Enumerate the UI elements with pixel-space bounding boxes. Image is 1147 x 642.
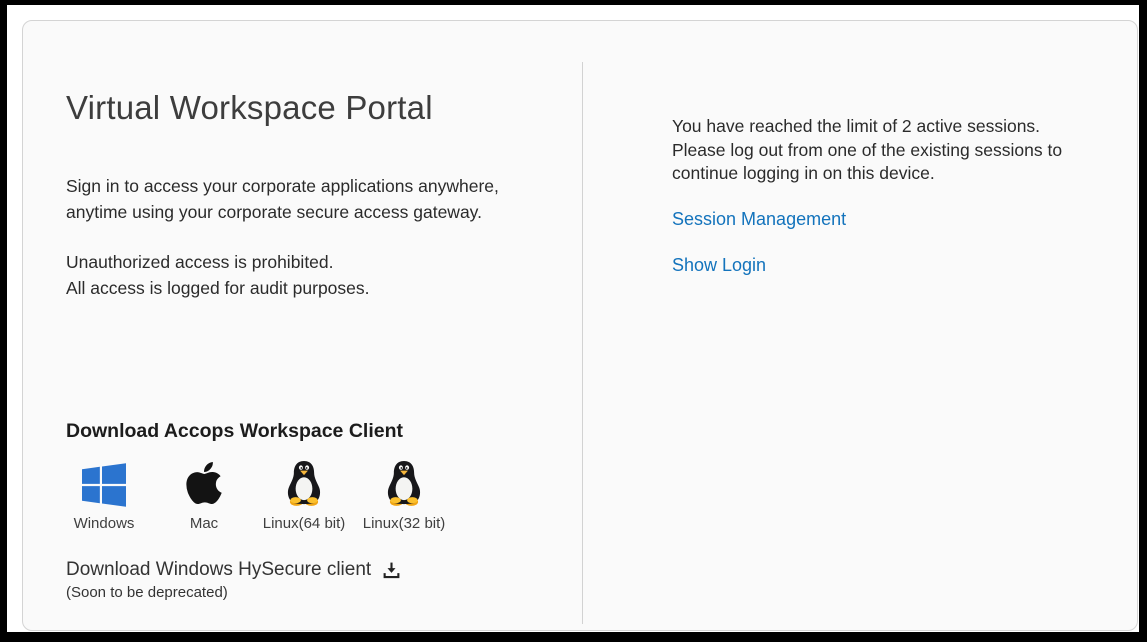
client-label: Linux(64 bit) bbox=[263, 515, 346, 532]
intro-text: Sign in to access your corporate applica… bbox=[66, 173, 499, 225]
download-client-linux64[interactable]: Linux(64 bit) bbox=[266, 459, 342, 532]
session-message-line-3: continue logging in on this device. bbox=[672, 162, 1092, 186]
intro-line-1: Sign in to access your corporate applica… bbox=[66, 173, 499, 199]
download-clients-heading: Download Accops Workspace Client bbox=[66, 420, 403, 443]
notice-line-1: Unauthorized access is prohibited. bbox=[66, 249, 370, 275]
windows-logo-icon bbox=[81, 459, 127, 507]
download-client-windows[interactable]: Windows bbox=[66, 459, 142, 532]
notice-line-2: All access is logged for audit purposes. bbox=[66, 275, 370, 301]
portal-card: Virtual Workspace Portal Sign in to acce… bbox=[22, 20, 1138, 631]
client-label: Linux(32 bit) bbox=[363, 515, 446, 532]
session-management-link[interactable]: Session Management bbox=[672, 209, 846, 230]
hysecure-link-label: Download Windows HySecure client bbox=[66, 559, 371, 581]
tux-penguin-icon bbox=[381, 459, 427, 507]
download-icon bbox=[382, 561, 401, 580]
tux-penguin-icon bbox=[281, 459, 327, 507]
vertical-divider bbox=[582, 62, 583, 624]
screen: Virtual Workspace Portal Sign in to acce… bbox=[0, 0, 1147, 642]
session-message-line-2: Please log out from one of the existing … bbox=[672, 139, 1092, 163]
audit-notice-text: Unauthorized access is prohibited. All a… bbox=[66, 249, 370, 301]
session-message-line-1: You have reached the limit of 2 active s… bbox=[672, 115, 1092, 139]
intro-line-2: anytime using your corporate secure acce… bbox=[66, 199, 499, 225]
deprecation-note: (Soon to be deprecated) bbox=[66, 584, 228, 601]
client-label: Windows bbox=[74, 515, 135, 532]
window-frame: Virtual Workspace Portal Sign in to acce… bbox=[7, 5, 1139, 632]
download-clients-row: Windows Mac bbox=[66, 459, 466, 532]
show-login-link[interactable]: Show Login bbox=[672, 255, 766, 276]
download-client-linux32[interactable]: Linux(32 bit) bbox=[366, 459, 442, 532]
page-title: Virtual Workspace Portal bbox=[66, 89, 433, 127]
apple-logo-icon bbox=[181, 459, 227, 507]
download-client-mac[interactable]: Mac bbox=[166, 459, 242, 532]
session-limit-message: You have reached the limit of 2 active s… bbox=[672, 115, 1092, 186]
client-label: Mac bbox=[190, 515, 218, 532]
download-hysecure-link[interactable]: Download Windows HySecure client bbox=[66, 559, 401, 581]
